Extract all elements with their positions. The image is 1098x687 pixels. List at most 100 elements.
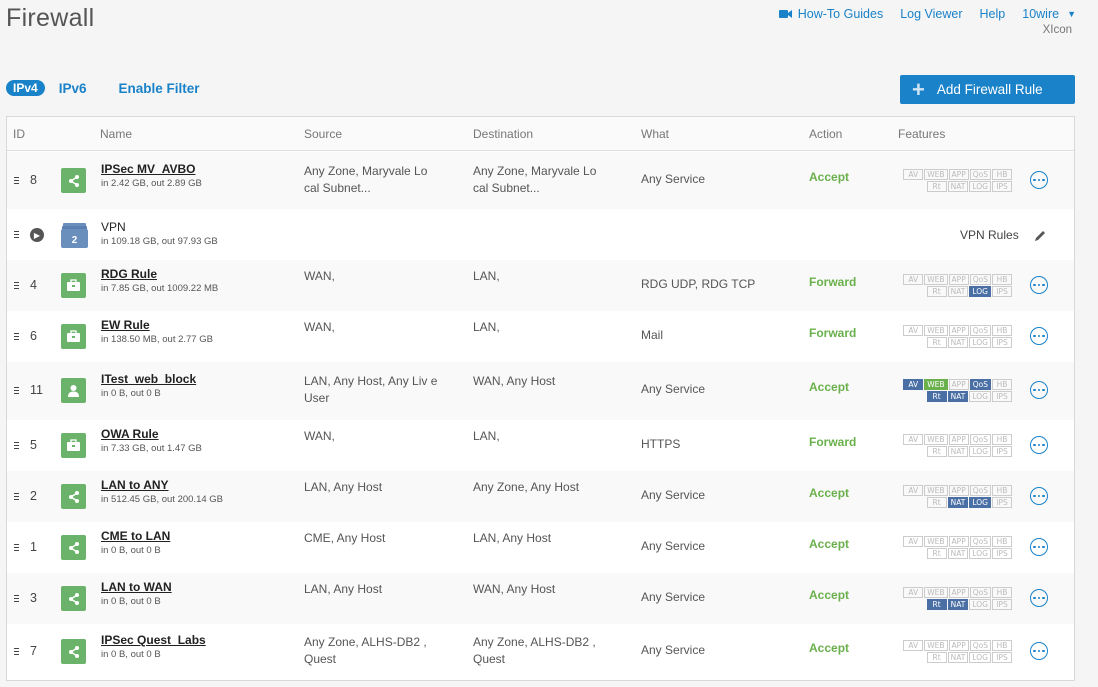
feature-qos: QoS — [969, 169, 991, 180]
feature-log: LOG — [969, 446, 991, 457]
column-id[interactable]: ID — [13, 127, 25, 141]
feature-nat: NAT — [947, 337, 969, 348]
rule-source: WAN, — [304, 269, 335, 283]
briefcase-icon — [67, 279, 80, 291]
vpn-group-row[interactable]: ▶ 2 VPN in 109.18 GB, out 97.93 GB VPN Rules — [7, 209, 1074, 260]
drag-handle-icon[interactable] — [14, 175, 20, 186]
rule-destination: LAN, — [473, 429, 500, 443]
drag-handle-icon[interactable] — [14, 280, 20, 291]
vpn-group-icon: 2 — [61, 223, 88, 248]
page-title: Firewall — [6, 4, 95, 32]
feature-rt: Rt — [926, 391, 947, 402]
rule-service: Mail — [641, 328, 664, 342]
more-options-icon[interactable] — [1030, 327, 1048, 345]
table-row[interactable]: 11 ITest_web_block in 0 B, out 0 B LAN, Any… — [7, 362, 1074, 420]
rule-name-link[interactable]: RDG Rule — [101, 267, 157, 281]
enable-filter-link[interactable]: Enable Filter — [118, 81, 199, 96]
rule-service: RDG UDP, RDG TCP — [641, 277, 756, 291]
drag-handle-icon[interactable] — [14, 229, 20, 240]
more-options-icon[interactable] — [1030, 642, 1048, 660]
feature-web: WEB — [924, 587, 948, 598]
rule-traffic: in 109.18 GB, out 97.93 GB — [101, 236, 218, 247]
drag-handle-icon[interactable] — [14, 491, 20, 502]
add-firewall-rule-button[interactable]: + Add Firewall Rule — [900, 75, 1075, 104]
rule-action: Accept — [809, 537, 850, 551]
rule-type-icon — [61, 433, 86, 458]
table-row[interactable]: 1 CME to LAN in 0 B, out 0 B CME, Any Host L… — [7, 522, 1074, 573]
table-row[interactable]: 4 RDG Rule in 7.85 GB, out 1009.22 MB WAN, L… — [7, 260, 1074, 311]
rule-name-link[interactable]: CME to LAN — [101, 529, 170, 543]
feature-log: LOG — [969, 652, 991, 663]
rule-name-link[interactable]: LAN to ANY — [101, 478, 169, 492]
table-row[interactable]: 2 LAN to ANY in 512.45 GB, out 200.14 GB LA… — [7, 471, 1074, 522]
feature-av: AV — [903, 536, 924, 547]
feature-badges: AV WEB APP QoS HB Rt NAT LOG IPS — [898, 379, 1012, 403]
drag-handle-icon[interactable] — [14, 385, 20, 396]
column-source[interactable]: Source — [304, 127, 342, 141]
more-options-icon[interactable] — [1030, 171, 1048, 189]
column-destination[interactable]: Destination — [473, 127, 533, 141]
table-row[interactable]: 3 LAN to WAN in 0 B, out 0 B LAN, Any Host W… — [7, 573, 1074, 624]
rule-source: LAN, Any Host, Any Liv e User — [304, 374, 438, 405]
rule-id: 5 — [30, 438, 37, 452]
table-row[interactable]: 6 EW Rule in 138.50 MB, out 2.77 GB WAN, LAN… — [7, 311, 1074, 362]
log-viewer-link[interactable]: Log Viewer — [900, 7, 962, 21]
feature-rt: Rt — [926, 548, 947, 559]
video-camera-icon — [778, 10, 792, 18]
rule-name-link[interactable]: LAN to WAN — [101, 580, 172, 594]
rule-name-link[interactable]: IPSec MV_AVBO — [101, 162, 195, 176]
rule-service: Any Service — [641, 382, 706, 396]
feature-qos: QoS — [969, 325, 991, 336]
feature-av: AV — [903, 434, 924, 445]
tab-ipv4[interactable]: IPv4 — [6, 80, 45, 96]
feature-av: AV — [903, 379, 924, 390]
firewall-rules-table: ID Name Source Destination What Action F… — [6, 116, 1075, 681]
rule-traffic: in 512.45 GB, out 200.14 GB — [101, 494, 224, 505]
more-options-icon[interactable] — [1030, 436, 1048, 454]
column-action[interactable]: Action — [809, 127, 842, 141]
feature-av: AV — [903, 325, 924, 336]
column-what[interactable]: What — [641, 127, 669, 141]
pencil-icon[interactable] — [1033, 229, 1047, 243]
rule-action: Accept — [809, 170, 850, 184]
table-row[interactable]: 5 OWA Rule in 7.33 GB, out 1.47 GB WAN, LAN,… — [7, 420, 1074, 471]
feature-web: WEB — [924, 434, 948, 445]
drag-handle-icon[interactable] — [14, 440, 20, 451]
more-options-icon[interactable] — [1030, 381, 1048, 399]
table-row[interactable]: 7 IPSec Quest_Labs in 0 B, out 0 B Any Zone… — [7, 624, 1074, 680]
column-name[interactable]: Name — [100, 127, 132, 141]
more-options-icon[interactable] — [1030, 538, 1048, 556]
drag-handle-icon[interactable] — [14, 542, 20, 553]
share-icon — [68, 645, 79, 658]
rule-id: 1 — [30, 540, 37, 554]
drag-handle-icon[interactable] — [14, 331, 20, 342]
tab-ipv6[interactable]: IPv6 — [59, 81, 87, 96]
rule-traffic: in 2.42 GB, out 2.89 GB — [101, 178, 202, 189]
feature-web: WEB — [924, 536, 948, 547]
rule-name-link[interactable]: EW Rule — [101, 318, 150, 332]
share-icon — [68, 174, 79, 187]
rule-id: 11 — [30, 383, 43, 397]
feature-badges: AV WEB APP QoS HB Rt NAT LOG IPS — [898, 536, 1012, 560]
rule-name-link[interactable]: IPSec Quest_Labs — [101, 633, 206, 647]
expand-icon[interactable]: ▶ — [30, 228, 44, 242]
more-options-icon[interactable] — [1030, 487, 1048, 505]
feature-ips: IPS — [992, 286, 1012, 297]
more-options-icon[interactable] — [1030, 276, 1048, 294]
rule-name-link[interactable]: OWA Rule — [101, 427, 159, 441]
vpn-rules-label: VPN Rules — [960, 228, 1019, 242]
top-navigation: How-To Guides Log Viewer Help 10wire ▼ — [778, 7, 1076, 21]
share-icon — [68, 541, 79, 554]
how-to-guides-link[interactable]: How-To Guides — [778, 7, 883, 21]
feature-ips: IPS — [992, 337, 1012, 348]
table-header: ID Name Source Destination What Action F… — [7, 117, 1074, 151]
feature-rt: Rt — [926, 286, 947, 297]
drag-handle-icon[interactable] — [14, 593, 20, 604]
feature-log: LOG — [969, 548, 991, 559]
help-link[interactable]: Help — [980, 7, 1006, 21]
rule-name-link[interactable]: ITest_web_block — [101, 372, 196, 386]
drag-handle-icon[interactable] — [14, 646, 20, 657]
table-row[interactable]: 8 IPSec MV_AVBO in 2.42 GB, out 2.89 GB Any… — [7, 152, 1074, 209]
user-menu[interactable]: 10wire ▼ — [1022, 7, 1076, 21]
more-options-icon[interactable] — [1030, 589, 1048, 607]
